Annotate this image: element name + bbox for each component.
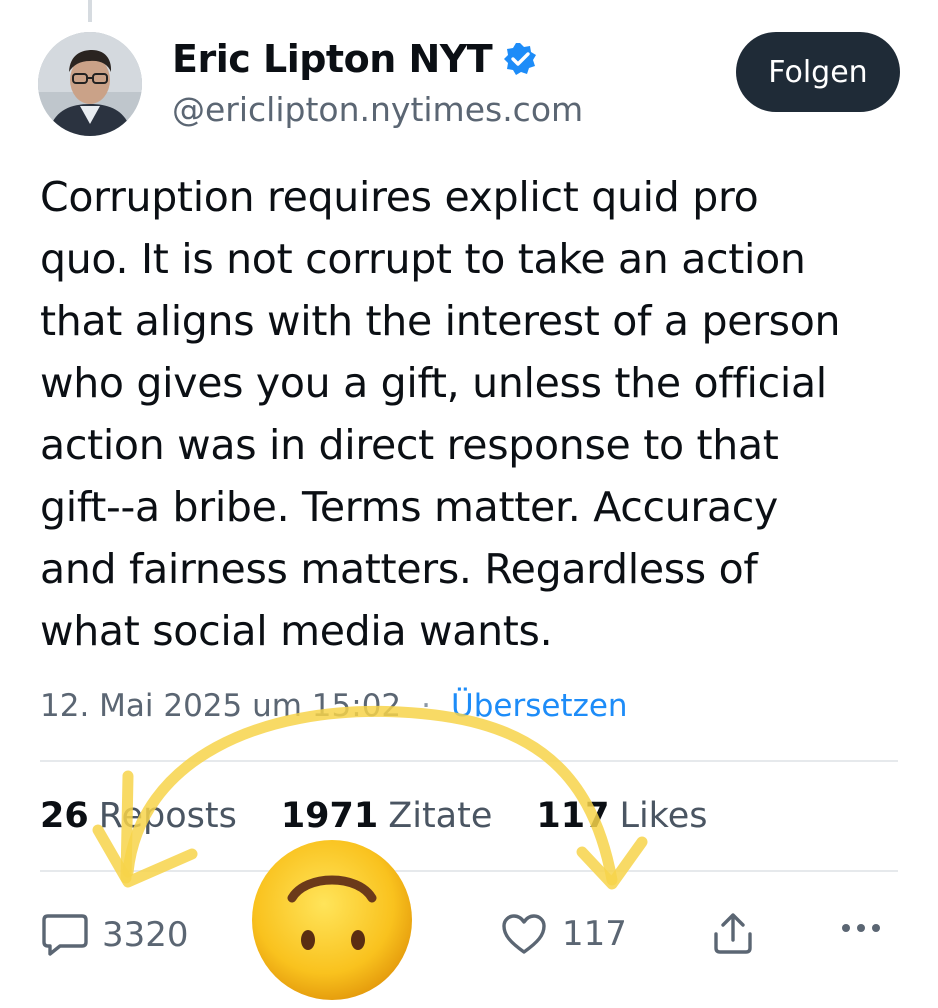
engagement-stats: 26 Reposts 1971 Zitate 117 Likes (40, 796, 751, 836)
post-text-line: that aligns with the interest of a perso… (40, 297, 841, 345)
stat-label: Zitate (388, 796, 493, 836)
verified-badge-icon (502, 41, 538, 77)
more-options-button[interactable] (838, 918, 884, 938)
stat-quotes[interactable]: 1971 Zitate (281, 796, 493, 836)
post-text-line: action was in direct response to that (40, 421, 779, 469)
stat-reposts[interactable]: 26 Reposts (40, 796, 237, 836)
avatar-photo (38, 32, 142, 136)
thread-connector-line (88, 0, 92, 22)
heart-icon (502, 914, 546, 954)
like-button[interactable]: 117 (500, 912, 627, 956)
post-text-line: Corruption requires explict quid pro (40, 173, 759, 221)
action-bar: 3320 117 (40, 904, 900, 964)
stat-likes[interactable]: 117 Likes (536, 796, 707, 836)
stat-label: Reposts (98, 796, 237, 836)
post-meta: 12. Mai 2025 um 15:02 · Übersetzen (40, 688, 628, 724)
author-name-row[interactable]: Eric Lipton NYT (172, 36, 538, 82)
upside-down-face-emoji (246, 836, 418, 1004)
reply-count: 3320 (102, 915, 189, 955)
translate-link[interactable]: Übersetzen (451, 688, 628, 724)
stat-count: 26 (40, 796, 89, 836)
divider (40, 870, 898, 872)
divider (40, 760, 898, 762)
stat-count: 1971 (280, 796, 379, 836)
post-text-line: and fairness matters. Regardless of (40, 545, 758, 593)
more-dots-icon (842, 924, 880, 932)
post-text-line: what social media wants. (40, 607, 553, 655)
post-text-line: who gives you a gift, unless the officia… (40, 359, 827, 407)
post-text: Corruption requires explict quid pro quo… (40, 166, 910, 662)
stat-label: Likes (619, 796, 708, 836)
post-timestamp: 12. Mai 2025 um 15:02 (40, 688, 402, 724)
reply-button[interactable]: 3320 (40, 912, 189, 958)
annotation-arrowhead-right (576, 836, 648, 890)
post-text-line: quo. It is not corrupt to take an action (40, 235, 806, 283)
author-display-name[interactable]: Eric Lipton NYT (172, 36, 493, 82)
annotation-arrowhead-left (92, 824, 198, 888)
avatar[interactable] (38, 32, 142, 136)
like-count: 117 (562, 914, 627, 954)
meta-separator: · (421, 688, 432, 724)
author-handle[interactable]: @ericlipton.nytimes.com (172, 88, 583, 132)
post-text-line: gift--a bribe. Terms matter. Accuracy (40, 483, 778, 531)
share-upload-icon (714, 913, 752, 954)
speech-bubble-icon (42, 914, 88, 956)
stat-count: 117 (536, 796, 610, 836)
share-button[interactable] (710, 910, 756, 956)
follow-button[interactable]: Folgen (736, 32, 900, 112)
